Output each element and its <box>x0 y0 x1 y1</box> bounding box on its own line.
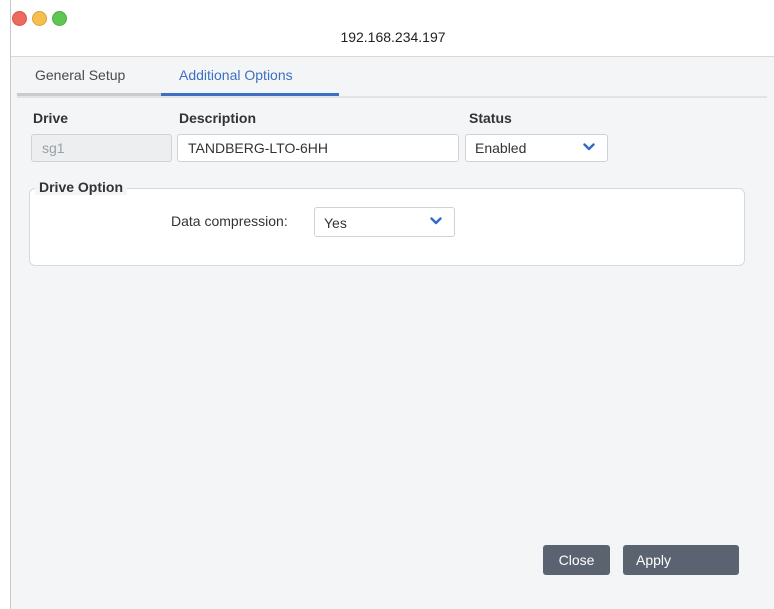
drive-field: sg1 <box>31 134 172 162</box>
data-compression-label: Data compression: <box>171 213 288 229</box>
status-select[interactable]: Enabled <box>465 134 608 162</box>
apply-button[interactable]: Apply <box>623 545 739 575</box>
drive-option-legend: Drive Option <box>35 179 128 195</box>
minimize-window-button[interactable] <box>32 11 47 26</box>
data-compression-select[interactable]: Yes <box>314 207 455 237</box>
tab-additional-options[interactable]: Additional Options <box>161 58 339 96</box>
close-button[interactable]: Close <box>543 545 610 575</box>
tab-general-setup[interactable]: General Setup <box>17 58 179 96</box>
description-field[interactable]: TANDBERG-LTO-6HH <box>177 134 459 162</box>
status-column-label: Status <box>469 110 512 126</box>
data-compression-value: Yes <box>324 215 347 231</box>
drive-column-label: Drive <box>33 110 69 126</box>
window-title: 192.168.234.197 <box>340 29 446 45</box>
tab-bar: General Setup Additional Options <box>17 58 767 98</box>
chevron-down-icon <box>583 143 595 151</box>
zoom-window-button[interactable] <box>52 11 67 26</box>
description-column-label: Description <box>179 110 257 126</box>
title-bar: 192.168.234.197 <box>11 0 774 57</box>
dialog-window: 192.168.234.197 General Setup Additional… <box>10 0 774 609</box>
close-window-button[interactable] <box>12 11 27 26</box>
chevron-down-icon <box>430 217 442 225</box>
status-select-value: Enabled <box>475 140 527 156</box>
